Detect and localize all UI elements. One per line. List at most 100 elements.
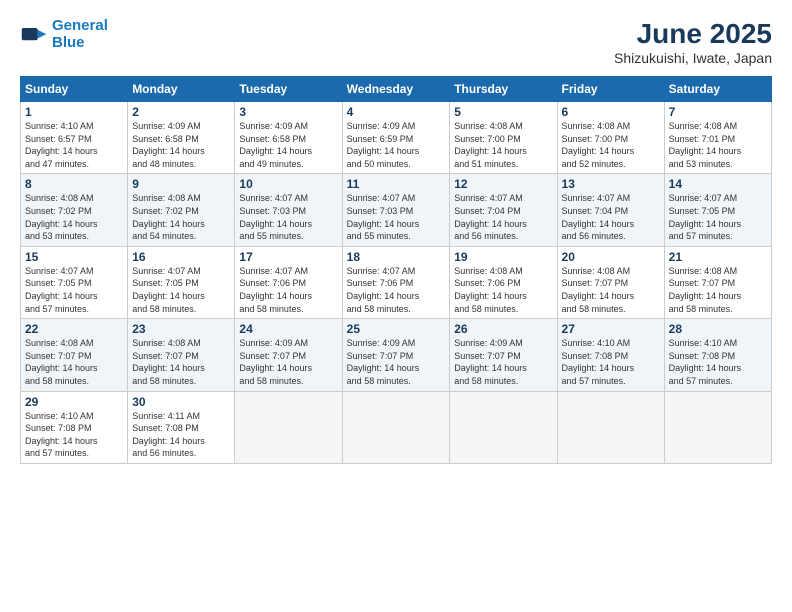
calendar-cell: 29 Sunrise: 4:10 AMSunset: 7:08 PMDaylig… bbox=[21, 391, 128, 463]
day-number: 29 bbox=[25, 395, 123, 409]
day-info: Sunrise: 4:09 AMSunset: 7:07 PMDaylight:… bbox=[347, 337, 446, 387]
day-info: Sunrise: 4:08 AMSunset: 7:02 PMDaylight:… bbox=[25, 192, 123, 242]
day-info: Sunrise: 4:08 AMSunset: 7:07 PMDaylight:… bbox=[669, 265, 767, 315]
day-number: 23 bbox=[132, 322, 230, 336]
header: General Blue June 2025 Shizukuishi, Iwat… bbox=[20, 18, 772, 66]
calendar-week-row: 8 Sunrise: 4:08 AMSunset: 7:02 PMDayligh… bbox=[21, 174, 772, 246]
calendar-week-row: 29 Sunrise: 4:10 AMSunset: 7:08 PMDaylig… bbox=[21, 391, 772, 463]
day-number: 5 bbox=[454, 105, 552, 119]
day-number: 18 bbox=[347, 250, 446, 264]
day-number: 20 bbox=[562, 250, 660, 264]
day-number: 14 bbox=[669, 177, 767, 191]
calendar-cell: 8 Sunrise: 4:08 AMSunset: 7:02 PMDayligh… bbox=[21, 174, 128, 246]
page: General Blue June 2025 Shizukuishi, Iwat… bbox=[0, 0, 792, 612]
day-info: Sunrise: 4:07 AMSunset: 7:05 PMDaylight:… bbox=[132, 265, 230, 315]
day-info: Sunrise: 4:10 AMSunset: 7:08 PMDaylight:… bbox=[669, 337, 767, 387]
calendar-cell: 14 Sunrise: 4:07 AMSunset: 7:05 PMDaylig… bbox=[664, 174, 771, 246]
calendar-cell: 19 Sunrise: 4:08 AMSunset: 7:06 PMDaylig… bbox=[450, 246, 557, 318]
col-header-tuesday: Tuesday bbox=[235, 77, 342, 102]
calendar-cell: 15 Sunrise: 4:07 AMSunset: 7:05 PMDaylig… bbox=[21, 246, 128, 318]
calendar-week-row: 22 Sunrise: 4:08 AMSunset: 7:07 PMDaylig… bbox=[21, 319, 772, 391]
subtitle: Shizukuishi, Iwate, Japan bbox=[614, 50, 772, 66]
col-header-sunday: Sunday bbox=[21, 77, 128, 102]
col-header-monday: Monday bbox=[128, 77, 235, 102]
title-block: June 2025 Shizukuishi, Iwate, Japan bbox=[614, 18, 772, 66]
day-info: Sunrise: 4:09 AMSunset: 6:58 PMDaylight:… bbox=[239, 120, 337, 170]
logo-icon bbox=[20, 21, 48, 49]
day-info: Sunrise: 4:07 AMSunset: 7:05 PMDaylight:… bbox=[669, 192, 767, 242]
calendar-cell: 24 Sunrise: 4:09 AMSunset: 7:07 PMDaylig… bbox=[235, 319, 342, 391]
month-title: June 2025 bbox=[614, 18, 772, 50]
calendar-header-row: SundayMondayTuesdayWednesdayThursdayFrid… bbox=[21, 77, 772, 102]
calendar-cell: 13 Sunrise: 4:07 AMSunset: 7:04 PMDaylig… bbox=[557, 174, 664, 246]
day-number: 26 bbox=[454, 322, 552, 336]
day-number: 13 bbox=[562, 177, 660, 191]
calendar-cell: 2 Sunrise: 4:09 AMSunset: 6:58 PMDayligh… bbox=[128, 102, 235, 174]
calendar-cell: 18 Sunrise: 4:07 AMSunset: 7:06 PMDaylig… bbox=[342, 246, 450, 318]
day-info: Sunrise: 4:10 AMSunset: 7:08 PMDaylight:… bbox=[25, 410, 123, 460]
day-info: Sunrise: 4:11 AMSunset: 7:08 PMDaylight:… bbox=[132, 410, 230, 460]
day-number: 1 bbox=[25, 105, 123, 119]
calendar-cell bbox=[557, 391, 664, 463]
col-header-wednesday: Wednesday bbox=[342, 77, 450, 102]
col-header-friday: Friday bbox=[557, 77, 664, 102]
day-info: Sunrise: 4:08 AMSunset: 7:06 PMDaylight:… bbox=[454, 265, 552, 315]
calendar-cell: 7 Sunrise: 4:08 AMSunset: 7:01 PMDayligh… bbox=[664, 102, 771, 174]
day-number: 10 bbox=[239, 177, 337, 191]
logo-line1: General bbox=[52, 17, 108, 34]
day-info: Sunrise: 4:09 AMSunset: 6:58 PMDaylight:… bbox=[132, 120, 230, 170]
day-number: 6 bbox=[562, 105, 660, 119]
calendar-cell: 12 Sunrise: 4:07 AMSunset: 7:04 PMDaylig… bbox=[450, 174, 557, 246]
calendar-week-row: 15 Sunrise: 4:07 AMSunset: 7:05 PMDaylig… bbox=[21, 246, 772, 318]
day-number: 4 bbox=[347, 105, 446, 119]
day-number: 3 bbox=[239, 105, 337, 119]
logo-line2: Blue bbox=[52, 34, 85, 51]
day-number: 12 bbox=[454, 177, 552, 191]
day-number: 19 bbox=[454, 250, 552, 264]
day-number: 11 bbox=[347, 177, 446, 191]
calendar-cell: 4 Sunrise: 4:09 AMSunset: 6:59 PMDayligh… bbox=[342, 102, 450, 174]
day-info: Sunrise: 4:10 AMSunset: 7:08 PMDaylight:… bbox=[562, 337, 660, 387]
calendar-cell: 21 Sunrise: 4:08 AMSunset: 7:07 PMDaylig… bbox=[664, 246, 771, 318]
day-info: Sunrise: 4:07 AMSunset: 7:04 PMDaylight:… bbox=[562, 192, 660, 242]
day-info: Sunrise: 4:08 AMSunset: 7:00 PMDaylight:… bbox=[562, 120, 660, 170]
logo: General Blue bbox=[20, 18, 108, 51]
day-number: 15 bbox=[25, 250, 123, 264]
day-info: Sunrise: 4:09 AMSunset: 6:59 PMDaylight:… bbox=[347, 120, 446, 170]
calendar-cell: 23 Sunrise: 4:08 AMSunset: 7:07 PMDaylig… bbox=[128, 319, 235, 391]
calendar-cell: 30 Sunrise: 4:11 AMSunset: 7:08 PMDaylig… bbox=[128, 391, 235, 463]
logo-text: General Blue bbox=[52, 18, 108, 51]
day-number: 16 bbox=[132, 250, 230, 264]
calendar-cell: 11 Sunrise: 4:07 AMSunset: 7:03 PMDaylig… bbox=[342, 174, 450, 246]
day-info: Sunrise: 4:08 AMSunset: 7:07 PMDaylight:… bbox=[25, 337, 123, 387]
day-info: Sunrise: 4:07 AMSunset: 7:05 PMDaylight:… bbox=[25, 265, 123, 315]
day-info: Sunrise: 4:08 AMSunset: 7:01 PMDaylight:… bbox=[669, 120, 767, 170]
day-info: Sunrise: 4:08 AMSunset: 7:00 PMDaylight:… bbox=[454, 120, 552, 170]
day-number: 30 bbox=[132, 395, 230, 409]
day-info: Sunrise: 4:07 AMSunset: 7:06 PMDaylight:… bbox=[347, 265, 446, 315]
calendar-cell: 20 Sunrise: 4:08 AMSunset: 7:07 PMDaylig… bbox=[557, 246, 664, 318]
calendar-cell bbox=[450, 391, 557, 463]
calendar-cell: 22 Sunrise: 4:08 AMSunset: 7:07 PMDaylig… bbox=[21, 319, 128, 391]
day-number: 9 bbox=[132, 177, 230, 191]
calendar-cell: 10 Sunrise: 4:07 AMSunset: 7:03 PMDaylig… bbox=[235, 174, 342, 246]
day-info: Sunrise: 4:07 AMSunset: 7:03 PMDaylight:… bbox=[239, 192, 337, 242]
calendar-cell: 3 Sunrise: 4:09 AMSunset: 6:58 PMDayligh… bbox=[235, 102, 342, 174]
day-info: Sunrise: 4:10 AMSunset: 6:57 PMDaylight:… bbox=[25, 120, 123, 170]
day-number: 28 bbox=[669, 322, 767, 336]
day-number: 25 bbox=[347, 322, 446, 336]
day-info: Sunrise: 4:09 AMSunset: 7:07 PMDaylight:… bbox=[239, 337, 337, 387]
day-number: 24 bbox=[239, 322, 337, 336]
calendar-cell bbox=[235, 391, 342, 463]
calendar-table: SundayMondayTuesdayWednesdayThursdayFrid… bbox=[20, 76, 772, 464]
calendar-cell: 17 Sunrise: 4:07 AMSunset: 7:06 PMDaylig… bbox=[235, 246, 342, 318]
col-header-saturday: Saturday bbox=[664, 77, 771, 102]
day-number: 21 bbox=[669, 250, 767, 264]
day-info: Sunrise: 4:07 AMSunset: 7:06 PMDaylight:… bbox=[239, 265, 337, 315]
calendar-week-row: 1 Sunrise: 4:10 AMSunset: 6:57 PMDayligh… bbox=[21, 102, 772, 174]
day-info: Sunrise: 4:07 AMSunset: 7:03 PMDaylight:… bbox=[347, 192, 446, 242]
calendar-cell: 9 Sunrise: 4:08 AMSunset: 7:02 PMDayligh… bbox=[128, 174, 235, 246]
calendar-cell: 5 Sunrise: 4:08 AMSunset: 7:00 PMDayligh… bbox=[450, 102, 557, 174]
day-number: 7 bbox=[669, 105, 767, 119]
calendar-cell: 27 Sunrise: 4:10 AMSunset: 7:08 PMDaylig… bbox=[557, 319, 664, 391]
